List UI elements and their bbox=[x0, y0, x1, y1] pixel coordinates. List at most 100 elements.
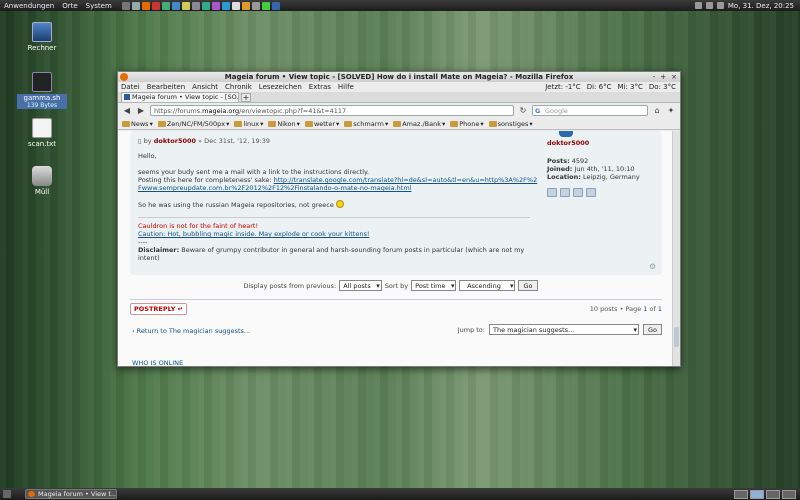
sort-by-select[interactable]: Post time bbox=[411, 280, 457, 291]
bookmark-folder-schmarrn[interactable]: schmarrn ▾ bbox=[344, 120, 388, 128]
joined-label: Joined: bbox=[547, 165, 573, 173]
folder-icon bbox=[268, 120, 277, 127]
posts-count: 4592 bbox=[571, 157, 589, 165]
app-launcher-icon[interactable] bbox=[191, 1, 200, 10]
bookmark-folder-nikon[interactable]: Nikon ▾ bbox=[268, 120, 300, 128]
script-file-icon bbox=[32, 72, 52, 92]
jump-select[interactable]: The magician suggests... bbox=[488, 324, 639, 335]
menu-view[interactable]: Ansicht bbox=[192, 83, 218, 91]
app-launcher-icon[interactable] bbox=[261, 1, 270, 10]
taskbar-button-firefox[interactable]: Mageia forum • View t... bbox=[25, 489, 117, 499]
bookmark-folder-amaz-bank[interactable]: Amaz./Bank ▾ bbox=[393, 120, 445, 128]
app-launcher-icon[interactable] bbox=[151, 1, 160, 10]
bookmark-folder-zen[interactable]: Zen/NC/FM/500px ▾ bbox=[157, 119, 229, 128]
app-launcher-icon[interactable] bbox=[201, 1, 210, 10]
folder-icon bbox=[122, 120, 130, 127]
signature-link[interactable]: Caution: Hot, bubbling magic inside. May… bbox=[138, 230, 369, 238]
workspace-1[interactable] bbox=[734, 489, 748, 499]
app-launcher-icon[interactable] bbox=[241, 1, 250, 10]
menu-applications[interactable]: Anwendungen bbox=[0, 2, 58, 10]
action-row: POSTREPLY ↵ 10 posts • Page 1 of 1 bbox=[130, 299, 662, 321]
bookmark-folder-news[interactable]: News ▾ bbox=[122, 120, 153, 128]
addon-icon[interactable]: ✦ bbox=[666, 106, 676, 116]
sort-order-select[interactable]: Ascending bbox=[459, 280, 516, 291]
workspace-3[interactable] bbox=[766, 489, 780, 499]
weather-widget[interactable]: Jetzt: -1°C Di: 6°C Mi: 3°C Do: 3°C bbox=[545, 83, 680, 91]
menu-file[interactable]: Datei bbox=[121, 83, 140, 91]
new-tab-button[interactable]: + bbox=[241, 93, 251, 102]
website-icon[interactable] bbox=[573, 188, 583, 197]
menu-places[interactable]: Orte bbox=[58, 2, 81, 10]
menu-history[interactable]: Chronik bbox=[225, 83, 252, 91]
bookmark-label: Amaz./Bank bbox=[402, 119, 441, 128]
menu-help[interactable]: Hilfe bbox=[338, 83, 354, 91]
return-link[interactable]: ‹ Return to The magician suggests... bbox=[132, 327, 250, 335]
maximize-button[interactable]: + bbox=[660, 72, 666, 82]
minimize-button[interactable]: - bbox=[653, 72, 656, 82]
workspace-2[interactable] bbox=[750, 489, 764, 499]
vertical-scrollbar[interactable] bbox=[672, 131, 680, 366]
avatar bbox=[559, 131, 573, 137]
clock[interactable]: Mo, 31. Dez, 20:25 bbox=[728, 2, 794, 10]
folder-icon bbox=[304, 120, 313, 127]
desktop-icon-gamma-sh[interactable]: gamma.sh 139 Bytes bbox=[17, 72, 67, 109]
pm-icon[interactable] bbox=[547, 188, 557, 197]
url-bar[interactable]: https://forums.mageia.org/en/viewtopic.p… bbox=[150, 105, 514, 116]
firefox-launcher-icon[interactable] bbox=[141, 1, 150, 10]
display-posts-select[interactable]: All posts bbox=[339, 280, 382, 291]
desktop-icon-trash[interactable]: Müll bbox=[17, 166, 67, 196]
terminal-launcher-icon[interactable] bbox=[121, 1, 130, 10]
desktop-icon-scan-txt[interactable]: scan.txt bbox=[17, 118, 67, 148]
post-reply-button[interactable]: POSTREPLY ↵ bbox=[130, 303, 188, 315]
email-icon[interactable] bbox=[560, 188, 570, 197]
bookmark-label: schmarrn bbox=[353, 119, 384, 128]
scrollbar-thumb[interactable] bbox=[674, 327, 679, 347]
app-launcher-icon[interactable] bbox=[171, 1, 180, 10]
forward-arrow-icon[interactable]: ▶ bbox=[136, 106, 146, 116]
app-launcher-icon[interactable] bbox=[211, 1, 220, 10]
workspace-4[interactable] bbox=[782, 489, 796, 499]
skype-launcher-icon[interactable] bbox=[221, 1, 230, 10]
post-author-link[interactable]: doktor5000 bbox=[154, 137, 196, 145]
sort-go-button[interactable]: Go bbox=[518, 280, 538, 291]
profile-username[interactable]: doktor5000 bbox=[547, 139, 657, 147]
volume-icon[interactable] bbox=[705, 2, 713, 9]
menu-bookmarks[interactable]: Lesezeichen bbox=[259, 83, 302, 91]
tab-bar: Mageia forum • View topic - [SO... + bbox=[118, 92, 680, 103]
bookmark-label: Zen/NC/FM/500px bbox=[166, 119, 226, 128]
show-desktop-icon[interactable] bbox=[3, 490, 11, 498]
app-launcher-icon[interactable] bbox=[271, 1, 280, 10]
home-icon[interactable]: ⌂ bbox=[652, 106, 662, 116]
bookmark-label: linux bbox=[243, 119, 260, 128]
gear-icon[interactable]: ⚙ bbox=[649, 262, 656, 271]
file-manager-launcher-icon[interactable] bbox=[131, 1, 140, 10]
reload-icon[interactable]: ↻ bbox=[518, 106, 528, 116]
bookmarks-toolbar: News ▾ Zen/NC/FM/500px ▾ linux ▾ Nikon ▾ wet… bbox=[118, 118, 680, 130]
whos-online-heading[interactable]: WHO IS ONLINE bbox=[132, 359, 183, 366]
search-input[interactable]: Google bbox=[532, 105, 648, 116]
close-button[interactable]: × bbox=[671, 72, 677, 82]
jabber-icon[interactable] bbox=[586, 188, 596, 197]
battery-icon[interactable] bbox=[716, 2, 724, 9]
app-launcher-icon[interactable] bbox=[251, 1, 260, 10]
window-titlebar[interactable]: Mageia forum • View topic - [SOLVED] How… bbox=[118, 72, 680, 82]
app-launcher-icon[interactable] bbox=[181, 1, 190, 10]
back-arrow-icon[interactable]: ◀ bbox=[122, 106, 132, 116]
menu-tools[interactable]: Extras bbox=[309, 83, 331, 91]
bookmark-folder-wetter[interactable]: wetter ▾ bbox=[304, 119, 339, 128]
jump-go-button[interactable]: Go bbox=[642, 324, 662, 335]
tab-mageia-forum[interactable]: Mageia forum • View topic - [SO... bbox=[121, 92, 239, 102]
menu-edit[interactable]: Bearbeiten bbox=[147, 83, 185, 91]
network-icon[interactable] bbox=[694, 2, 702, 9]
bookmark-folder-sonstiges[interactable]: sonstiges ▾ bbox=[488, 120, 533, 128]
bookmark-folder-linux[interactable]: linux ▾ bbox=[234, 120, 263, 128]
app-launcher-icon[interactable] bbox=[161, 1, 170, 10]
post-icon: ▯ bbox=[138, 137, 142, 145]
page-total[interactable]: 1 bbox=[658, 305, 662, 313]
page-current[interactable]: 1 bbox=[643, 305, 647, 313]
app-launcher-icon[interactable] bbox=[231, 1, 240, 10]
bookmark-label: wetter bbox=[313, 119, 336, 128]
menu-system[interactable]: System bbox=[82, 2, 116, 10]
bookmark-folder-phone[interactable]: Phone ▾ bbox=[450, 120, 484, 128]
desktop-icon-computer[interactable]: Rechner bbox=[17, 22, 67, 52]
